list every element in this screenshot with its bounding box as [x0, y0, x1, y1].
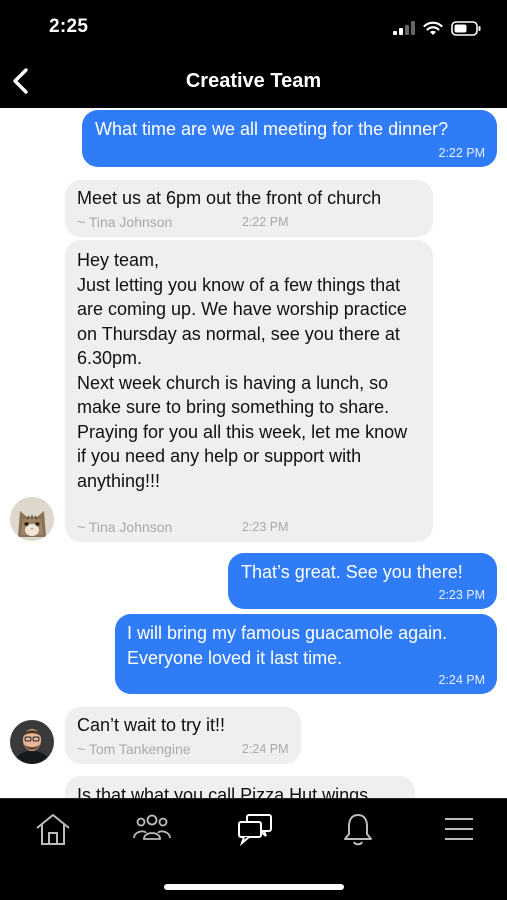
status-icons [393, 19, 481, 37]
message-sender: ~ Tina Johnson [77, 214, 173, 230]
message-text: Hey team, Just letting you know of a few… [77, 250, 408, 491]
message-bubble-incoming[interactable]: Hey team, Just letting you know of a few… [65, 240, 433, 542]
home-indicator[interactable] [164, 884, 344, 890]
message-time: 2:24 PM [242, 742, 289, 756]
message-text: I will bring my famous guacamole again. … [127, 623, 448, 668]
page-title: Creative Team [185, 70, 322, 92]
message-time: 2:23 PM [242, 520, 289, 534]
tab-home[interactable] [33, 811, 73, 847]
person-avatar-icon [10, 720, 54, 764]
message-text: Is that what you call Pizza Hut wings [77, 785, 369, 798]
tab-menu[interactable] [439, 811, 479, 847]
message-text: That’s great. See you there! [241, 562, 463, 582]
bell-icon [344, 814, 372, 846]
message-text: Can’t wait to try it!! [77, 715, 226, 735]
message-time: 2:23 PM [438, 588, 485, 602]
tab-notifications[interactable] [338, 811, 378, 847]
battery-icon [451, 20, 481, 36]
message-sender: ~ Tom Tankengine [77, 741, 191, 757]
tab-groups[interactable] [132, 811, 172, 847]
menu-icon [445, 818, 473, 840]
message-sender: ~ Tina Johnson [77, 519, 173, 535]
avatar-tina-johnson[interactable] [10, 497, 54, 541]
avatar-tom-tankengine[interactable] [10, 720, 54, 764]
tab-chat[interactable] [235, 811, 275, 847]
message-text: What time are we all meeting for the din… [95, 119, 449, 139]
home-icon [36, 814, 70, 845]
wifi-icon [423, 21, 443, 35]
cat-avatar-icon [10, 497, 54, 541]
message-time: 2:22 PM [242, 215, 289, 229]
chat-header: Creative Team [0, 55, 507, 108]
message-time: 2:24 PM [438, 673, 485, 687]
message-time: 2:22 PM [438, 146, 485, 160]
message-bubble-outgoing[interactable]: I will bring my famous guacamole again. … [115, 614, 497, 694]
message-bubble-outgoing[interactable]: What time are we all meeting for the din… [82, 110, 497, 167]
signal-icon [393, 21, 415, 35]
status-bar: 2:25 [0, 0, 507, 55]
chat-icon [238, 814, 272, 847]
message-bubble-outgoing[interactable]: That’s great. See you there! 2:23 PM [228, 553, 497, 609]
message-list[interactable]: What time are we all meeting for the din… [0, 108, 507, 798]
message-bubble-incoming[interactable]: Is that what you call Pizza Hut wings [65, 776, 415, 798]
status-time: 2:25 [49, 16, 89, 37]
people-icon [133, 814, 171, 840]
message-bubble-incoming[interactable]: Meet us at 6pm out the front of church ~… [65, 180, 433, 237]
message-text: Meet us at 6pm out the front of church [77, 188, 382, 208]
message-bubble-incoming[interactable]: Can’t wait to try it!! ~ Tom Tankengine … [65, 707, 301, 764]
